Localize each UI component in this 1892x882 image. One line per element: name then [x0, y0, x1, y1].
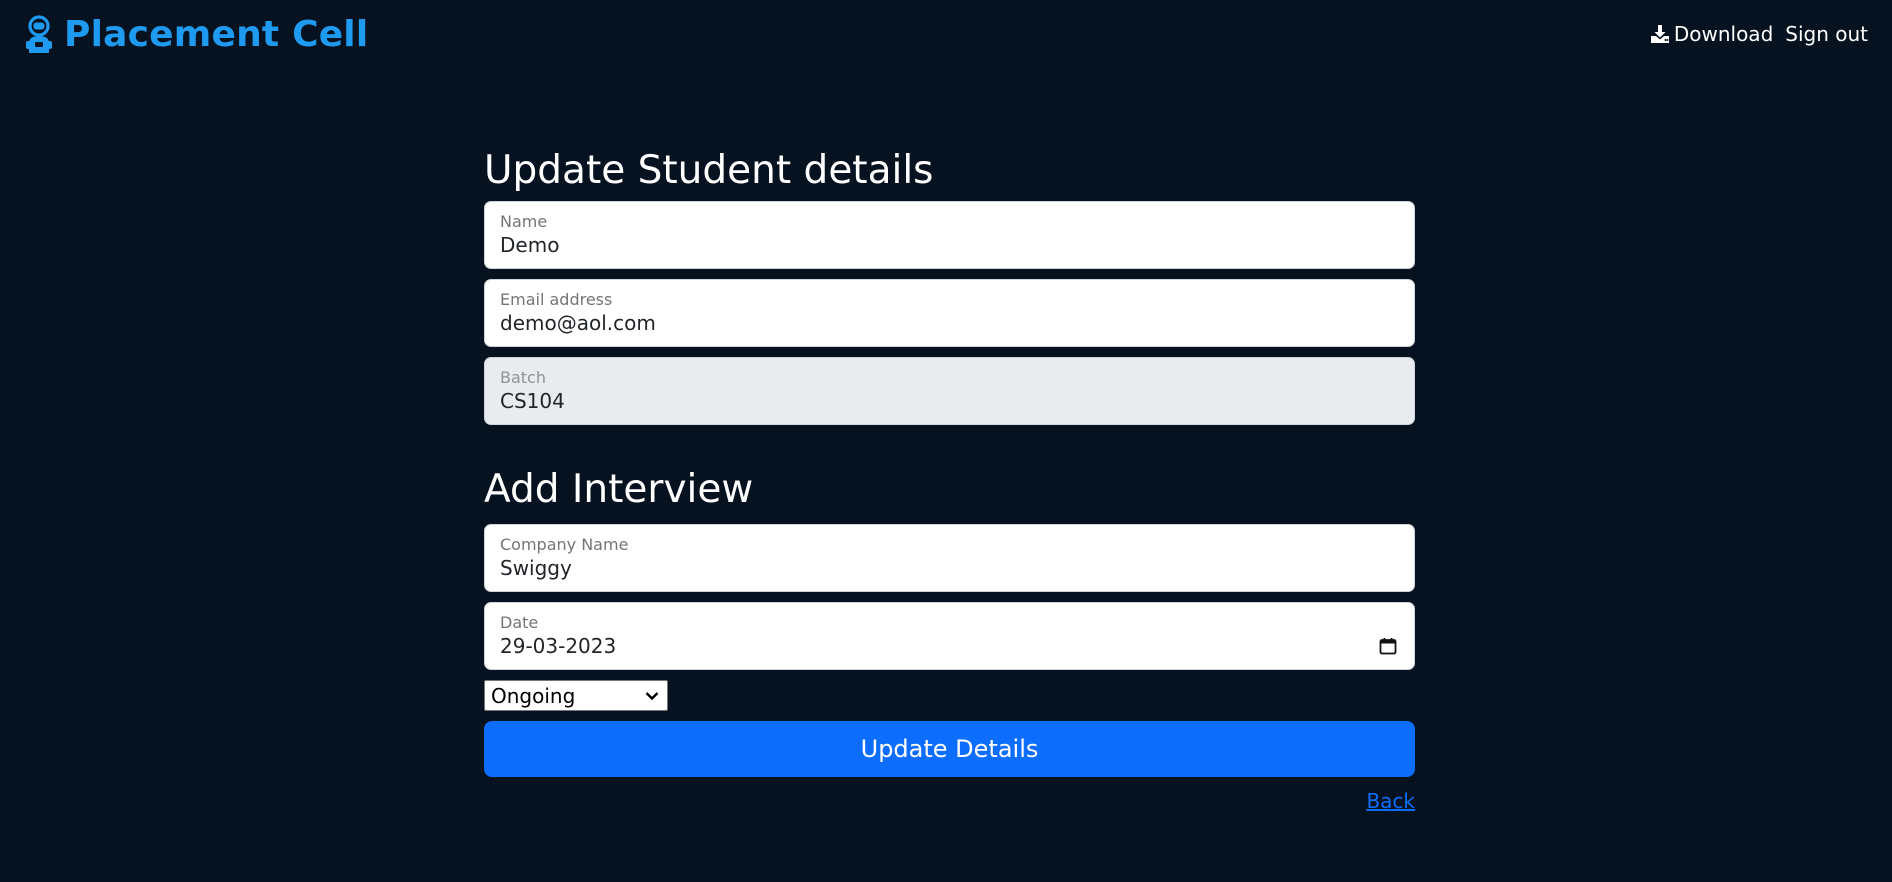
nav-actions: Download Sign out [1650, 22, 1868, 46]
download-label: Download [1673, 22, 1774, 46]
email-label: Email address [500, 289, 613, 309]
brand-name: Placement Cell [64, 14, 369, 55]
email-input[interactable]: demo@aol.com [500, 311, 1399, 336]
update-details-button[interactable]: Update Details [484, 720, 1415, 777]
astronaut-icon [26, 14, 52, 53]
interview-section-title: Add Interview [484, 466, 754, 512]
name-field[interactable]: Name Demo [484, 200, 1415, 269]
status-selected-value: Ongoing [491, 683, 576, 708]
student-section-title: Update Student details [484, 148, 934, 193]
batch-field: Batch CS104 [484, 356, 1415, 425]
date-input[interactable]: 29-03-2023 [500, 634, 1399, 659]
download-icon [1650, 25, 1669, 43]
calendar-icon[interactable] [1379, 637, 1397, 655]
download-link[interactable]: Download [1650, 22, 1773, 46]
batch-input: CS104 [500, 388, 565, 413]
back-row: Back [484, 789, 1415, 813]
brand-logo-link[interactable]: Placement Cell [24, 14, 368, 55]
date-label: Date [500, 612, 539, 632]
navbar: Placement Cell Download Sign out [0, 0, 1892, 72]
email-field[interactable]: Email address demo@aol.com [484, 278, 1415, 347]
back-link[interactable]: Back [1366, 789, 1415, 813]
name-label: Name [500, 211, 548, 231]
signout-label: Sign out [1785, 22, 1868, 46]
company-input[interactable]: Swiggy [500, 556, 1399, 581]
date-field[interactable]: Date 29-03-2023 [484, 601, 1415, 670]
name-input[interactable]: Demo [500, 233, 1399, 258]
company-label: Company Name [500, 534, 629, 554]
chevron-down-icon [645, 691, 659, 700]
signout-link[interactable]: Sign out [1785, 22, 1868, 46]
batch-label: Batch [500, 367, 546, 387]
company-field[interactable]: Company Name Swiggy [484, 523, 1415, 592]
update-form: Update Student details Name Demo Email a… [484, 148, 1415, 813]
interview-status-select[interactable]: Ongoing [484, 679, 668, 711]
